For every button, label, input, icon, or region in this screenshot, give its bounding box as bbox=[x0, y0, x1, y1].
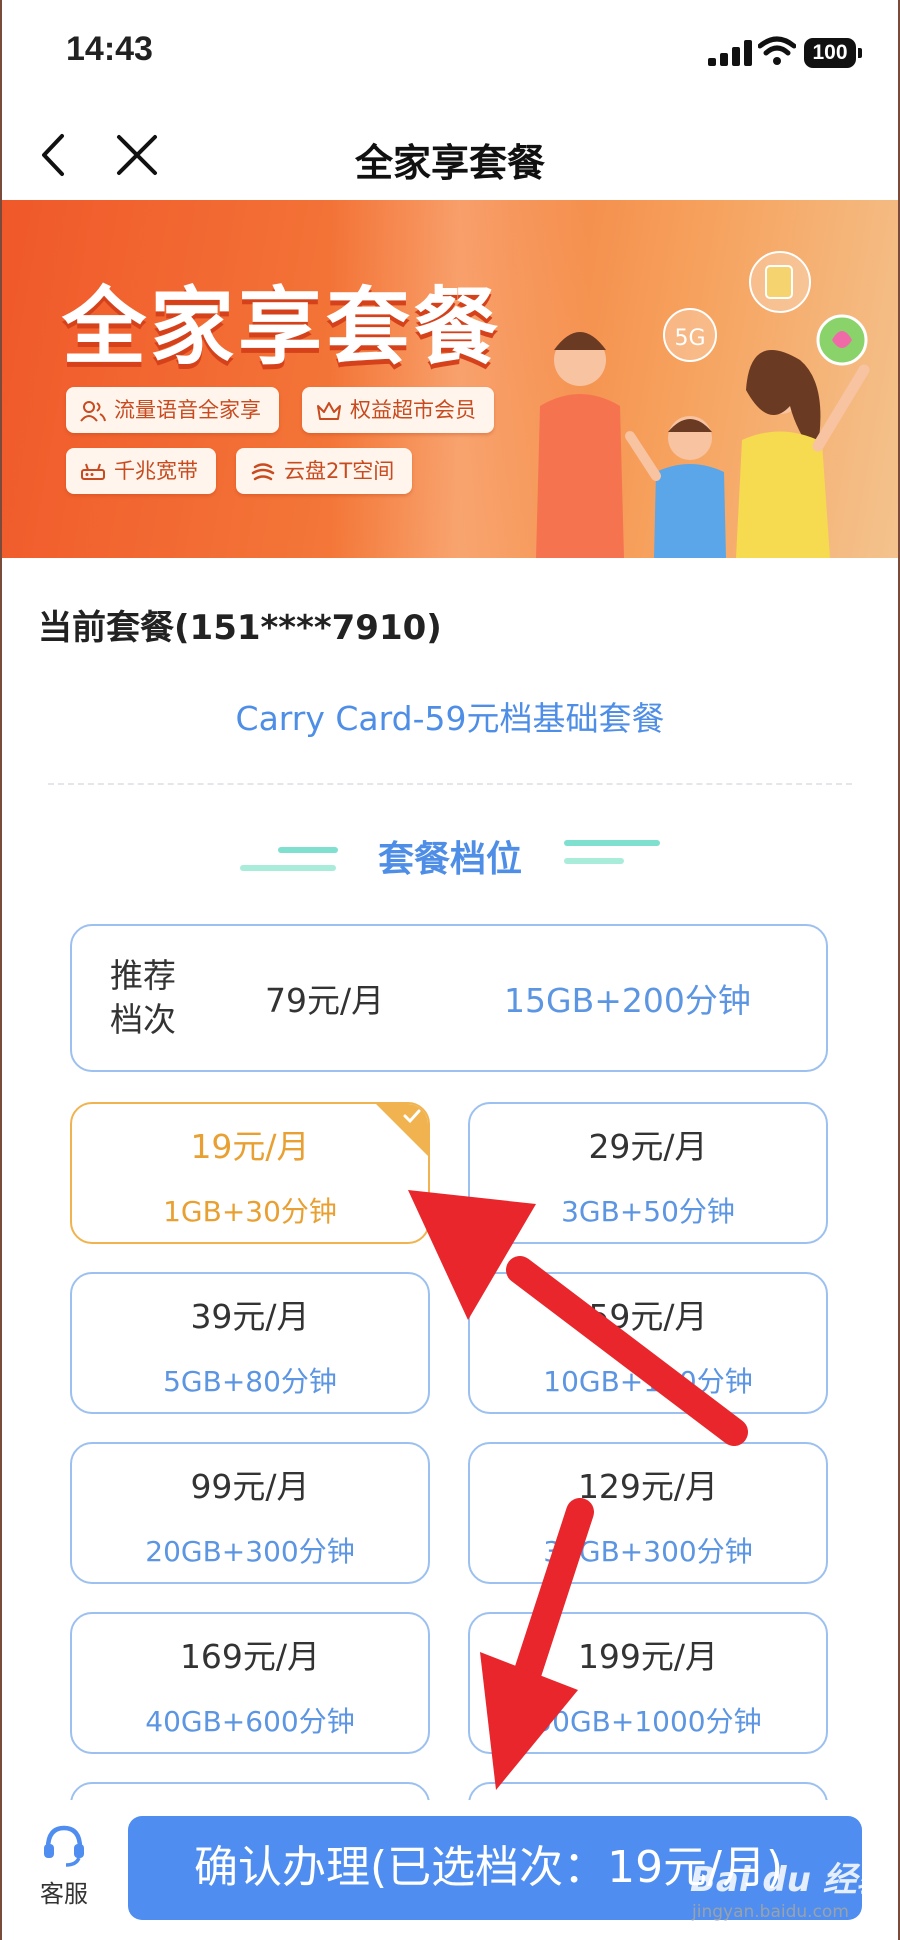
plan-price: 99元/月 bbox=[190, 1467, 310, 1506]
page-title: 全家享套餐 bbox=[354, 141, 545, 185]
headset-icon bbox=[44, 1825, 84, 1867]
customer-service-button[interactable]: 客服 bbox=[38, 1822, 90, 1909]
recommended-data: 15GB+200分钟 bbox=[504, 981, 751, 1020]
watermark-logo: Bai du 经验 bbox=[690, 1860, 891, 1900]
recommended-price: 79元/月 bbox=[265, 981, 385, 1020]
plan-card-129[interactable]: 129元/月 30GB+300分钟 bbox=[468, 1442, 828, 1584]
chip-cloud: 云盘2T空间 bbox=[236, 448, 413, 494]
crown-icon bbox=[317, 402, 341, 420]
plan-card-99[interactable]: 99元/月 20GB+300分钟 bbox=[70, 1442, 430, 1584]
family-illustration: 5G bbox=[536, 251, 870, 558]
plan-price: 199元/月 bbox=[577, 1637, 719, 1676]
bubble-5g-label: 5G bbox=[674, 326, 705, 351]
promo-banner[interactable]: 全家享套餐 流量语音全家享 权益超市会员 千兆宽带 云盘2T空间 5G bbox=[0, 200, 900, 558]
plan-card-39[interactable]: 39元/月 5GB+80分钟 bbox=[70, 1272, 430, 1414]
chip-label: 云盘2T空间 bbox=[284, 459, 395, 483]
cloud-icon bbox=[251, 463, 275, 481]
plan-card-169[interactable]: 169元/月 40GB+600分钟 bbox=[70, 1612, 430, 1754]
plan-data: 50GB+1000分钟 bbox=[534, 1705, 762, 1738]
section-deco-right bbox=[564, 840, 660, 864]
recommended-plan[interactable]: 推荐档次 79元/月 15GB+200分钟 bbox=[70, 924, 828, 1072]
chip-label: 千兆宽带 bbox=[114, 459, 198, 483]
plan-price: 19元/月 bbox=[190, 1127, 310, 1166]
plan-data: 10GB+150分钟 bbox=[543, 1365, 753, 1398]
chip-membership: 权益超市会员 bbox=[302, 387, 494, 433]
nav-bar: 全家享套餐 bbox=[0, 110, 900, 200]
plan-card-199[interactable]: 199元/月 50GB+1000分钟 bbox=[468, 1612, 828, 1754]
plan-data: 20GB+300分钟 bbox=[145, 1535, 355, 1568]
plan-data: 30GB+300分钟 bbox=[543, 1535, 753, 1568]
section-title: 套餐档位 bbox=[377, 839, 522, 880]
plan-price: 129元/月 bbox=[577, 1467, 719, 1506]
chip-label: 流量语音全家享 bbox=[114, 398, 261, 422]
chip-family-share: 流量语音全家享 bbox=[66, 387, 279, 433]
current-plan-name: Carry Card-59元档基础套餐 bbox=[235, 699, 665, 738]
banner-title: 全家享套餐 bbox=[62, 278, 503, 376]
plan-price: 29元/月 bbox=[588, 1127, 708, 1166]
signal-icon bbox=[708, 40, 754, 66]
router-icon bbox=[81, 463, 105, 480]
watermark-url: jingyan.baidu.com bbox=[692, 1902, 849, 1922]
plan-card-59[interactable]: 59元/月 10GB+150分钟 bbox=[468, 1272, 828, 1414]
chip-label: 权益超市会员 bbox=[350, 398, 476, 422]
plan-card-19[interactable]: 19元/月 1GB+30分钟 bbox=[70, 1102, 430, 1244]
plan-price: 39元/月 bbox=[190, 1297, 310, 1336]
chip-broadband: 千兆宽带 bbox=[66, 448, 216, 494]
plan-data: 3GB+50分钟 bbox=[561, 1195, 735, 1228]
plan-data: 5GB+80分钟 bbox=[163, 1365, 337, 1398]
current-plan-label: 当前套餐(151****7910) bbox=[38, 608, 442, 648]
plan-data: 1GB+30分钟 bbox=[163, 1195, 337, 1228]
customer-service-label: 客服 bbox=[40, 1880, 88, 1908]
status-bar: 14:43 100 bbox=[0, 0, 900, 110]
plan-price: 59元/月 bbox=[588, 1297, 708, 1336]
plan-price: 169元/月 bbox=[179, 1637, 321, 1676]
plan-card-29[interactable]: 29元/月 3GB+50分钟 bbox=[468, 1102, 828, 1244]
divider bbox=[48, 783, 852, 785]
status-time: 14:43 bbox=[66, 30, 153, 68]
wifi-icon bbox=[758, 36, 796, 65]
battery-icon: 100 bbox=[804, 38, 862, 68]
people-icon bbox=[80, 401, 106, 422]
recommended-tag: 推荐档次 bbox=[110, 956, 176, 1039]
plan-data: 40GB+600分钟 bbox=[145, 1705, 355, 1738]
